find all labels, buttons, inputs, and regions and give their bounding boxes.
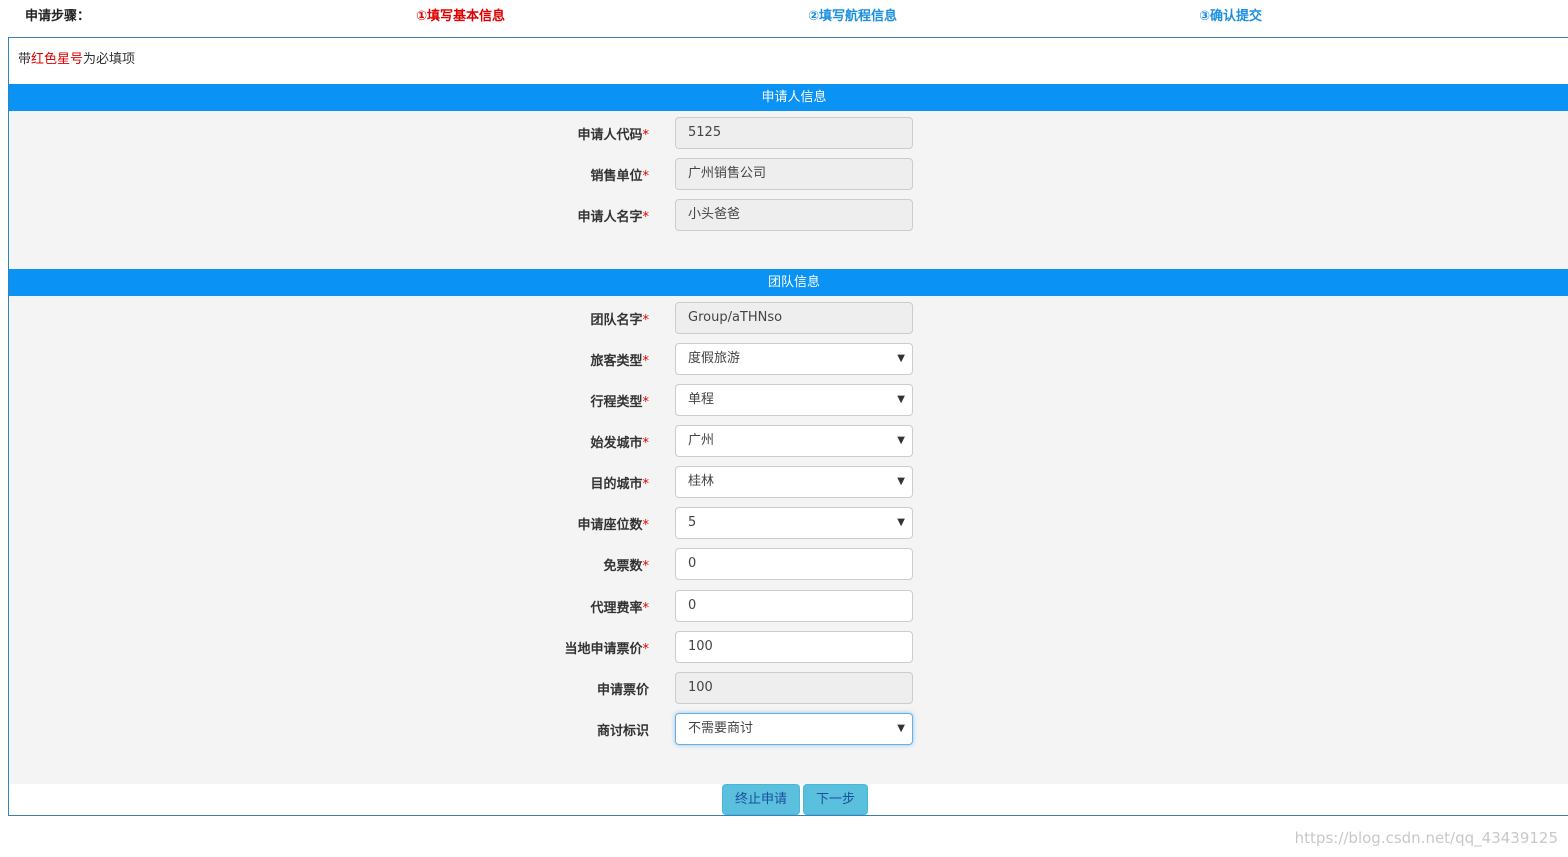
sales-unit-label: 销售单位* — [590, 169, 649, 184]
applicant-name-label: 申请人名字* — [577, 210, 649, 225]
agency-rate-input[interactable]: 0 — [675, 590, 913, 622]
free-tickets-label: 免票数* — [603, 559, 649, 574]
origin-city-select[interactable]: 广州 ▼ — [675, 425, 913, 457]
trip-type-label: 行程类型* — [590, 395, 649, 410]
applicant-section-body: 申请人代码* 5125 销售单位* 广州销售公司 申请人名字* 小头爸爸 — [9, 111, 1568, 269]
chevron-down-icon: ▼ — [897, 723, 905, 734]
field-row-applicant-name: 申请人名字* 小头爸爸 — [9, 199, 1568, 231]
next-step-button[interactable]: 下一步 — [803, 784, 868, 815]
team-name-label: 团队名字* — [590, 313, 649, 328]
field-row-agency-rate: 代理费率* 0 — [9, 590, 1568, 622]
applicant-name-input[interactable]: 小头爸爸 — [675, 199, 913, 231]
required-note: 带红色星号为必填项 — [18, 52, 136, 67]
origin-city-label: 始发城市* — [590, 436, 649, 451]
chevron-down-icon: ▼ — [897, 394, 905, 405]
application-form-panel: 带红色星号为必填项 申请人信息 申请人代码* 5125 销售单位* 广州销售公司… — [8, 37, 1568, 816]
applied-fare-label: 申请票价 — [596, 683, 649, 698]
field-row-trip-type: 行程类型* 单程 ▼ — [9, 384, 1568, 416]
seat-count-select[interactable]: 5 ▼ — [675, 507, 913, 539]
applicant-section-header: 申请人信息 — [9, 84, 1568, 111]
destination-city-label: 目的城市* — [590, 477, 649, 492]
field-row-local-fare: 当地申请票价* 100 — [9, 631, 1568, 663]
agency-rate-label: 代理费率* — [590, 601, 649, 616]
applicant-code-input[interactable]: 5125 — [675, 117, 913, 149]
field-row-negotiation-flag: 商讨标识 不需要商讨 ▼ — [9, 713, 1568, 745]
chevron-down-icon: ▼ — [897, 476, 905, 487]
watermark: https://blog.csdn.net/qq_43439125 — [1294, 829, 1558, 847]
application-steps: 申请步骤： ①填写基本信息 ②填写航程信息 ③确认提交 — [0, 0, 1568, 30]
required-note-highlight: 红色星号 — [31, 52, 84, 67]
chevron-down-icon: ▼ — [897, 517, 905, 528]
chevron-down-icon: ▼ — [897, 435, 905, 446]
team-name-input[interactable]: Group/aTHNso — [675, 302, 913, 334]
free-tickets-input[interactable]: 0 — [675, 548, 913, 580]
field-row-team-name: 团队名字* Group/aTHNso — [9, 302, 1568, 334]
destination-city-select[interactable]: 桂林 ▼ — [675, 466, 913, 498]
field-row-origin-city: 始发城市* 广州 ▼ — [9, 425, 1568, 457]
step-itinerary-info[interactable]: ②填写航程信息 — [808, 5, 897, 24]
field-row-passenger-type: 旅客类型* 度假旅游 ▼ — [9, 343, 1568, 375]
team-section-body: 团队名字* Group/aTHNso 旅客类型* 度假旅游 ▼ 行程类型* 单程 ▼… — [9, 296, 1568, 784]
applicant-code-label: 申请人代码* — [577, 128, 649, 143]
applied-fare-input[interactable]: 100 — [675, 672, 913, 704]
field-row-free-tickets: 免票数* 0 — [9, 548, 1568, 580]
seat-count-label: 申请座位数* — [577, 518, 649, 533]
steps-label: 申请步骤： — [25, 9, 91, 24]
negotiation-flag-label: 商讨标识 — [596, 724, 649, 739]
local-fare-input[interactable]: 100 — [675, 631, 913, 663]
field-row-sales-unit: 销售单位* 广州销售公司 — [9, 158, 1568, 190]
field-row-seat-count: 申请座位数* 5 ▼ — [9, 507, 1568, 539]
step-basic-info[interactable]: ①填写基本信息 — [416, 5, 505, 24]
step-confirm-submit[interactable]: ③确认提交 — [1199, 5, 1262, 24]
field-row-applied-fare: 申请票价 100 — [9, 672, 1568, 704]
field-row-applicant-code: 申请人代码* 5125 — [9, 117, 1568, 149]
passenger-type-label: 旅客类型* — [590, 354, 649, 369]
local-fare-label: 当地申请票价* — [564, 642, 649, 657]
team-section-header: 团队信息 — [9, 269, 1568, 296]
chevron-down-icon: ▼ — [897, 353, 905, 364]
terminate-application-button[interactable]: 终止申请 — [722, 784, 800, 815]
passenger-type-select[interactable]: 度假旅游 ▼ — [675, 343, 913, 375]
negotiation-flag-select[interactable]: 不需要商讨 ▼ — [675, 713, 913, 745]
trip-type-select[interactable]: 单程 ▼ — [675, 384, 913, 416]
sales-unit-input[interactable]: 广州销售公司 — [675, 158, 913, 190]
field-row-destination-city: 目的城市* 桂林 ▼ — [9, 466, 1568, 498]
